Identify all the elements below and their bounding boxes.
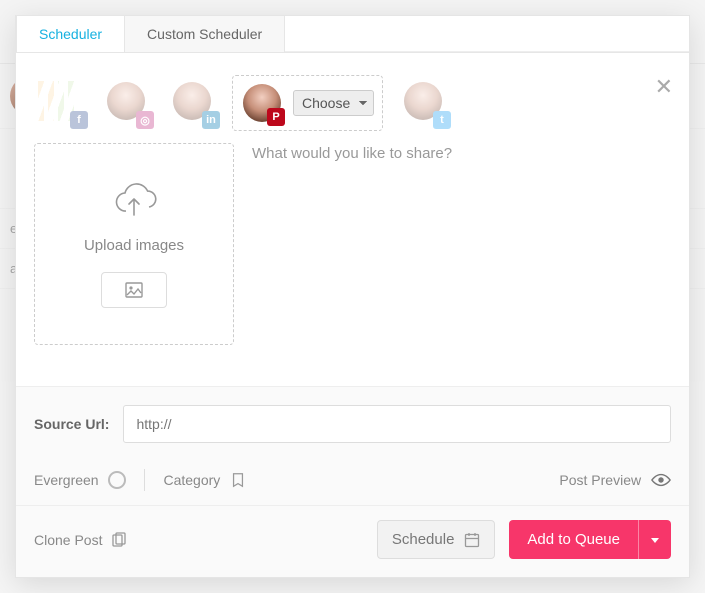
account-buffer[interactable]: f	[34, 75, 86, 127]
source-url-label: Source Url:	[34, 416, 109, 432]
compose-textarea[interactable]: What would you like to share?	[252, 143, 671, 370]
copy-icon	[110, 532, 126, 548]
queue-dropdown-caret[interactable]	[638, 520, 671, 559]
account-pinterest-selector[interactable]: P Choose	[232, 75, 383, 131]
pick-image-button[interactable]	[101, 272, 167, 308]
evergreen-toggle[interactable]: Evergreen	[34, 471, 126, 489]
facebook-icon: f	[70, 111, 88, 129]
post-preview-button[interactable]: Post Preview	[559, 472, 671, 488]
tab-custom-scheduler[interactable]: Custom Scheduler	[125, 16, 285, 52]
account-linkedin[interactable]: in	[166, 75, 218, 127]
caret-down-icon	[651, 538, 659, 544]
radio-empty-icon	[108, 471, 126, 489]
linkedin-icon: in	[202, 111, 220, 129]
compose-placeholder: What would you like to share?	[252, 145, 452, 162]
modal-footer: Source Url: Evergreen Category Post Prev…	[16, 386, 689, 577]
tab-scheduler[interactable]: Scheduler	[16, 15, 125, 52]
accounts-row: f ◎ in P Choose t	[16, 53, 689, 143]
pinterest-icon: P	[267, 108, 285, 126]
twitter-icon: t	[433, 111, 451, 129]
modal-tabs: Scheduler Custom Scheduler	[16, 16, 689, 53]
scheduler-modal: Scheduler Custom Scheduler ✕ f ◎ in P	[15, 15, 690, 578]
bookmark-icon	[230, 472, 246, 488]
clone-post-button[interactable]: Clone Post	[34, 532, 126, 548]
eye-icon	[651, 473, 671, 487]
instagram-icon: ◎	[136, 111, 154, 129]
source-url-input[interactable]	[123, 405, 671, 443]
calendar-icon	[464, 532, 480, 548]
image-icon	[125, 282, 143, 298]
account-twitter[interactable]: t	[397, 75, 449, 127]
account-instagram[interactable]: ◎	[100, 75, 152, 127]
board-select[interactable]: Choose	[293, 90, 374, 116]
cloud-upload-icon	[109, 181, 159, 219]
upload-images-box[interactable]: Upload images	[34, 143, 234, 345]
add-to-queue-button[interactable]: Add to Queue	[509, 520, 638, 559]
schedule-button[interactable]: Schedule	[377, 520, 496, 559]
divider	[144, 469, 145, 491]
category-picker[interactable]: Category	[163, 472, 246, 488]
close-icon[interactable]: ✕	[655, 74, 673, 100]
upload-label: Upload images	[84, 237, 184, 254]
